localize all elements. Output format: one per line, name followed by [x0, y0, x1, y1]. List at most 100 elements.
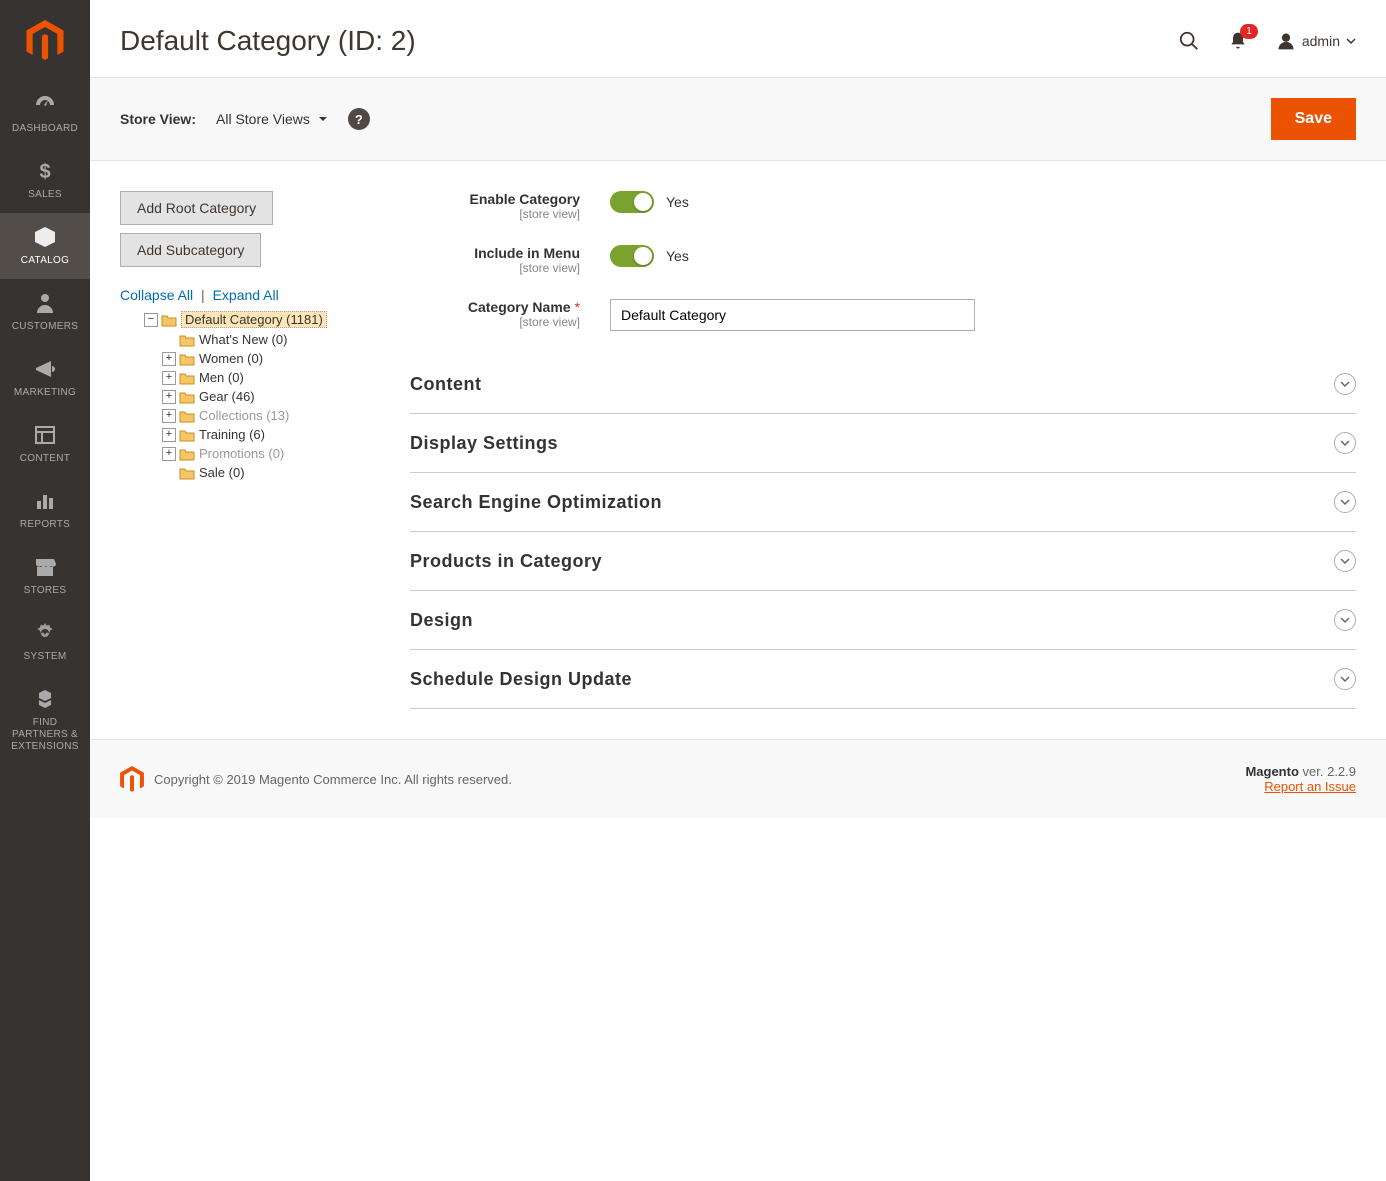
include-in-menu-label: Include in Menu — [474, 245, 580, 261]
add-subcategory-button[interactable]: Add Subcategory — [120, 233, 261, 267]
user-icon — [1276, 31, 1296, 51]
accordion-title: Content — [410, 374, 481, 395]
tree-node[interactable]: + Promotions (0) — [162, 444, 370, 463]
accordion-header[interactable]: Search Engine Optimization — [410, 473, 1356, 531]
tree-collapse-icon[interactable]: − — [144, 313, 158, 327]
expand-all-link[interactable]: Expand All — [213, 287, 279, 303]
nav-label: STORES — [4, 585, 86, 597]
folder-icon — [179, 447, 195, 461]
content-icon — [33, 423, 57, 447]
accordion-section: Design — [410, 591, 1356, 650]
nav-catalog[interactable]: CATALOG — [0, 213, 90, 279]
tree-expand-icon[interactable]: + — [162, 447, 176, 461]
required-star: * — [575, 299, 580, 315]
include-in-menu-toggle[interactable] — [610, 245, 654, 267]
accordion-header[interactable]: Products in Category — [410, 532, 1356, 590]
accordion-title: Design — [410, 610, 473, 631]
folder-icon — [179, 466, 195, 480]
tree-expand-icon[interactable]: + — [162, 390, 176, 404]
scope-label: [store view] — [410, 207, 580, 221]
folder-icon — [179, 428, 195, 442]
tree-node[interactable]: + Women (0) — [162, 349, 370, 368]
tree-leaf-icon — [162, 466, 176, 480]
nav-partners[interactable]: FIND PARTNERS & EXTENSIONS — [0, 675, 90, 765]
folder-icon — [179, 371, 195, 385]
nav-system[interactable]: SYSTEM — [0, 609, 90, 675]
help-icon[interactable]: ? — [348, 108, 370, 130]
store-view-select[interactable]: All Store Views — [216, 111, 328, 127]
tree-expand-icon[interactable]: + — [162, 371, 176, 385]
nav-label: CONTENT — [4, 453, 86, 465]
toggle-value: Yes — [666, 248, 689, 264]
tree-label: What's New (0) — [199, 332, 287, 347]
tree-expand-icon[interactable]: + — [162, 409, 176, 423]
nav-reports[interactable]: REPORTS — [0, 477, 90, 543]
enable-category-label: Enable Category — [470, 191, 580, 207]
nav-content[interactable]: CONTENT — [0, 411, 90, 477]
accordion-title: Products in Category — [410, 551, 602, 572]
tree-label: Collections (13) — [199, 408, 289, 423]
chevron-down-icon — [1334, 373, 1356, 395]
save-button[interactable]: Save — [1271, 98, 1356, 140]
tree-label: Gear (46) — [199, 389, 255, 404]
tree-node[interactable]: + Gear (46) — [162, 387, 370, 406]
page-title: Default Category (ID: 2) — [120, 25, 416, 57]
collapse-all-link[interactable]: Collapse All — [120, 287, 193, 303]
toolbar: Store View: All Store Views ? Save — [90, 77, 1386, 161]
page-footer: Copyright © 2019 Magento Commerce Inc. A… — [90, 739, 1386, 818]
magento-logo[interactable] — [25, 18, 65, 63]
toggle-value: Yes — [666, 194, 689, 210]
tree-expand-icon[interactable]: + — [162, 352, 176, 366]
search-button[interactable] — [1178, 30, 1200, 52]
nav-stores[interactable]: STORES — [0, 543, 90, 609]
notifications-button[interactable]: 1 — [1228, 30, 1248, 52]
nav-label: DASHBOARD — [4, 123, 86, 135]
user-menu[interactable]: admin — [1276, 31, 1356, 51]
tree-node[interactable]: +Training (6) — [162, 425, 370, 444]
chevron-down-icon — [1334, 609, 1356, 631]
accordion-title: Display Settings — [410, 433, 558, 454]
tree-node[interactable]: + Collections (13) — [162, 406, 370, 425]
nav-customers[interactable]: CUSTOMERS — [0, 279, 90, 345]
tree-label: Promotions (0) — [199, 446, 284, 461]
accordion-header[interactable]: Schedule Design Update — [410, 650, 1356, 708]
user-name: admin — [1302, 33, 1340, 49]
accordion-section: Display Settings — [410, 414, 1356, 473]
tree-label: Default Category (1181) — [181, 311, 327, 328]
reports-icon — [33, 489, 57, 513]
accordion-header[interactable]: Display Settings — [410, 414, 1356, 472]
category-name-input[interactable] — [610, 299, 975, 331]
store-view-label: Store View: — [120, 111, 196, 127]
enable-category-toggle[interactable] — [610, 191, 654, 213]
folder-icon — [179, 352, 195, 366]
nav-label: CUSTOMERS — [4, 321, 86, 333]
tree-node[interactable]: What's New (0) — [162, 330, 370, 349]
folder-icon — [179, 390, 195, 404]
scope-label: [store view] — [410, 261, 580, 275]
category-name-label: Category Name — [468, 299, 571, 315]
tree-label: Women (0) — [199, 351, 263, 366]
nav-label: CATALOG — [4, 255, 86, 267]
category-tree-pane: Add Root Category Add Subcategory Collap… — [120, 191, 370, 709]
gear-icon — [33, 621, 57, 645]
nav-marketing[interactable]: MARKETING — [0, 345, 90, 411]
add-root-category-button[interactable]: Add Root Category — [120, 191, 273, 225]
report-issue-link[interactable]: Report an Issue — [1264, 779, 1356, 794]
chevron-down-icon — [1334, 550, 1356, 572]
accordion-header[interactable]: Content — [410, 355, 1356, 413]
header-actions: 1 admin — [1178, 30, 1356, 52]
catalog-icon — [33, 225, 57, 249]
nav-sales[interactable]: $ SALES — [0, 147, 90, 213]
tree-node[interactable]: Sale (0) — [162, 463, 370, 482]
dollar-icon: $ — [33, 159, 57, 183]
accordion-section: Schedule Design Update — [410, 650, 1356, 709]
tree-expand-icon[interactable]: + — [162, 428, 176, 442]
folder-icon — [179, 409, 195, 423]
nav-label: MARKETING — [4, 387, 86, 399]
accordion-header[interactable]: Design — [410, 591, 1356, 649]
tree-node-root[interactable]: − Default Category (1181) — [144, 309, 370, 330]
accordion-title: Search Engine Optimization — [410, 492, 662, 513]
tree-node[interactable]: +Men (0) — [162, 368, 370, 387]
chevron-down-icon — [1334, 491, 1356, 513]
nav-dashboard[interactable]: DASHBOARD — [0, 81, 90, 147]
